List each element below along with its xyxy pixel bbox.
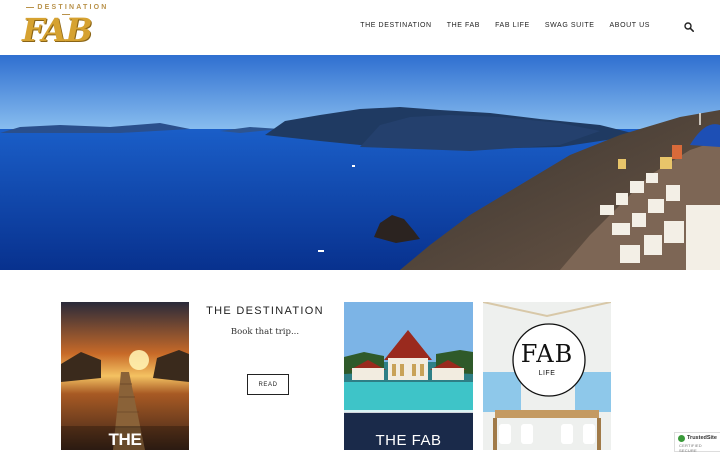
- fab-life-logo-main: FAB: [520, 340, 574, 368]
- trustedsite-badge[interactable]: TrustedSite CERTIFIED SECURE: [674, 432, 720, 453]
- card-fab-life[interactable]: FAB LIFE: [483, 302, 611, 450]
- hero-image: [0, 55, 720, 270]
- card-overlay-title: THE DESTINATION: [108, 430, 142, 449]
- site-logo[interactable]: DESTINATION FAB: [20, 4, 112, 50]
- search-icon[interactable]: [684, 22, 694, 32]
- main-nav: THE DESTINATION THE FAB FAB LIFE SWAG SU…: [360, 22, 650, 29]
- nav-swag-suite[interactable]: SWAG SUITE: [545, 22, 595, 29]
- nav-the-destination[interactable]: THE DESTINATION: [360, 22, 431, 29]
- read-button[interactable]: READ: [247, 374, 289, 395]
- feature-subtitle: Book that trip...: [230, 327, 300, 337]
- site-header: DESTINATION FAB THE DESTINATION THE FAB …: [0, 0, 720, 56]
- check-icon: [678, 435, 685, 442]
- fab-life-logo-sub: LIFE: [538, 370, 556, 377]
- hero-santorini-scene: [0, 55, 720, 270]
- card-resort-image: [344, 302, 473, 450]
- card-the-destination[interactable]: THE DESTINATION: [61, 302, 189, 450]
- card-sunset-pier-image: [61, 302, 189, 450]
- nav-the-fab[interactable]: THE FAB: [447, 22, 480, 29]
- card-overlay-title: THE FAB: [375, 432, 442, 449]
- feature-title: THE DESTINATION: [206, 305, 324, 317]
- badge-line1: TrustedSite: [687, 435, 717, 441]
- card-the-fab[interactable]: THE FAB: [344, 302, 473, 450]
- logo-wordmark-text: FAB: [22, 11, 93, 49]
- badge-line2: CERTIFIED SECURE: [679, 443, 702, 453]
- logo-wordmark: FAB: [22, 10, 112, 50]
- feature-text-block: THE DESTINATION Book that trip... READ: [205, 302, 325, 395]
- nav-fab-life[interactable]: FAB LIFE: [495, 22, 530, 29]
- nav-about-us[interactable]: ABOUT US: [610, 22, 650, 29]
